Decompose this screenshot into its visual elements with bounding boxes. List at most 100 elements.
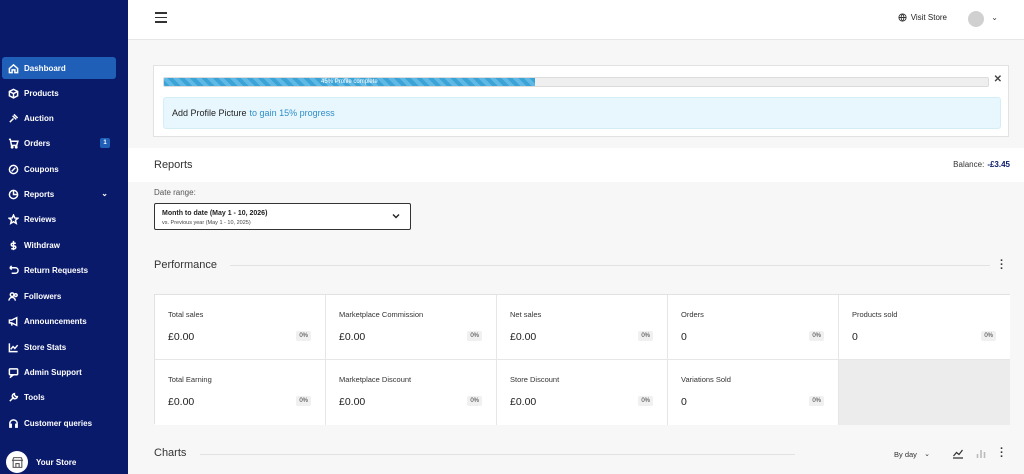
profile-progress-fill: 45% Profile complete — [164, 78, 535, 86]
notice-link[interactable]: to gain 15% progress — [250, 108, 335, 118]
stat-value: £0.00 — [339, 396, 366, 408]
sidebar-item-admin-support[interactable]: Admin Support — [2, 361, 116, 383]
sidebar-item-label: Return Requests — [24, 265, 89, 275]
users-icon — [8, 291, 19, 302]
stat-label: Products sold — [852, 310, 898, 319]
stat-card-marketplace-discount[interactable]: Marketplace Discount £0.00 0% — [326, 360, 497, 425]
cart-icon — [8, 138, 19, 149]
store-link[interactable]: Your Store — [6, 451, 76, 473]
stat-change-badge: 0% — [809, 396, 824, 406]
avatar[interactable] — [968, 11, 984, 27]
charts-title: Charts — [154, 447, 187, 459]
top-bar: Visit Store ⌄ — [128, 0, 1024, 40]
wrench-icon — [8, 392, 19, 403]
stat-value: 0 — [852, 331, 858, 343]
visit-store-link[interactable]: Visit Store — [898, 13, 947, 22]
sidebar-item-label: Announcements — [24, 316, 87, 326]
sidebar-item-customer-queries[interactable]: Customer queries — [2, 412, 116, 434]
stat-change-badge: 0% — [296, 331, 311, 341]
stat-card-total-sales[interactable]: Total sales £0.00 0% — [155, 295, 326, 360]
stat-change-badge: 0% — [981, 331, 996, 341]
stat-value: £0.00 — [510, 331, 537, 343]
sidebar-item-label: Withdraw — [24, 240, 60, 250]
page-title: Reports — [154, 159, 193, 171]
divider — [230, 265, 990, 266]
support-icon — [8, 367, 19, 378]
interval-select[interactable]: By day ⌄ — [888, 445, 936, 463]
stat-label: Marketplace Discount — [339, 375, 412, 384]
profile-progress-card: 45% Profile complete ✕ Add Profile Pictu… — [153, 65, 1009, 137]
stat-card-orders[interactable]: Orders 0 0% — [668, 295, 839, 360]
stat-label: Net sales — [510, 310, 542, 319]
interval-label: By day — [894, 449, 917, 459]
orders-count-badge: 1 — [100, 138, 110, 148]
stat-change-badge: 0% — [296, 396, 311, 406]
sidebar-item-products[interactable]: Products — [2, 82, 116, 104]
sidebar-item-label: Dashboard — [24, 63, 66, 73]
return-icon — [8, 264, 19, 276]
stat-value: £0.00 — [168, 331, 195, 343]
chevron-down-icon — [392, 214, 400, 219]
stat-card-net-sales[interactable]: Net sales £0.00 0% — [497, 295, 668, 360]
sidebar-item-return-requests[interactable]: Return Requests — [2, 259, 116, 281]
date-range-select[interactable]: Month to date (May 1 - 10, 2026) vs. Pre… — [154, 203, 411, 230]
store-label: Your Store — [36, 457, 77, 467]
line-chart-icon[interactable] — [952, 447, 964, 459]
stat-value: £0.00 — [339, 331, 366, 343]
stat-card-total-earning[interactable]: Total Earning £0.00 0% — [155, 360, 326, 425]
menu-icon[interactable] — [155, 12, 167, 24]
performance-title: Performance — [154, 259, 217, 271]
balance-value: -£3.45 — [987, 160, 1010, 169]
balance-label: Balance: — [953, 160, 985, 169]
chevron-down-icon[interactable]: ⌄ — [991, 13, 998, 22]
sidebar-item-store-stats[interactable]: Store Stats — [2, 336, 116, 358]
notice-text: Add Profile Picture — [172, 108, 247, 118]
more-options-icon[interactable]: · · · — [1000, 444, 1004, 463]
stat-card-variations-sold[interactable]: Variations Sold 0 0% — [668, 360, 839, 425]
sidebar-item-label: Customer queries — [24, 418, 93, 428]
sidebar-item-dashboard[interactable]: Dashboard — [2, 57, 116, 79]
sidebar-item-auction[interactable]: Auction — [2, 107, 116, 129]
sidebar-item-label: Admin Support — [24, 367, 82, 377]
sidebar-item-reports[interactable]: Reports ⌄ — [2, 183, 116, 205]
coupon-icon — [8, 164, 19, 175]
megaphone-icon — [8, 315, 19, 327]
sidebar-item-followers[interactable]: Followers — [2, 285, 116, 307]
sidebar-item-withdraw[interactable]: Withdraw — [2, 234, 116, 256]
profile-progress-bar: 45% Profile complete — [163, 77, 989, 87]
stat-card-store-discount[interactable]: Store Discount £0.00 0% — [497, 360, 668, 425]
visit-store-label: Visit Store — [910, 13, 947, 22]
balance: Balance: -£3.45 — [953, 160, 1010, 169]
headset-icon — [8, 418, 19, 429]
stat-label: Total sales — [168, 310, 204, 319]
sidebar-item-label: Store Stats — [24, 342, 67, 352]
sidebar: Dashboard Products Auction Orders 1 Coup… — [0, 0, 128, 474]
chevron-down-icon: ⌄ — [101, 189, 108, 198]
close-icon[interactable]: ✕ — [994, 74, 1002, 85]
date-range-secondary: vs. Previous year (May 1 - 10, 2025) — [162, 220, 251, 226]
bar-chart-icon[interactable] — [975, 447, 987, 459]
stat-value: £0.00 — [510, 396, 537, 408]
stat-change-badge: 0% — [638, 396, 653, 406]
sidebar-item-coupons[interactable]: Coupons — [2, 158, 116, 180]
more-options-icon[interactable]: · · · — [1000, 256, 1004, 275]
home-icon — [8, 63, 19, 74]
stat-label: Total Earning — [168, 375, 212, 384]
star-icon — [8, 213, 19, 225]
stat-change-badge: 0% — [638, 331, 653, 341]
sidebar-item-announcements[interactable]: Announcements — [2, 310, 116, 332]
sidebar-item-orders[interactable]: Orders 1 — [2, 132, 116, 154]
globe-icon — [898, 13, 907, 22]
box-icon — [8, 88, 19, 99]
performance-grid: Total sales £0.00 0% Marketplace Commiss… — [154, 294, 1010, 425]
stat-label: Marketplace Commission — [339, 310, 424, 319]
stat-card-products-sold[interactable]: Products sold 0 0% — [839, 295, 1010, 360]
gavel-icon — [8, 113, 19, 124]
progress-text: 45% Profile complete — [321, 79, 378, 85]
stat-card-marketplace-commission[interactable]: Marketplace Commission £0.00 0% — [326, 295, 497, 360]
stat-value: 0 — [681, 331, 687, 343]
sidebar-item-label: Reviews — [24, 214, 57, 224]
sidebar-item-reviews[interactable]: Reviews — [2, 208, 116, 230]
sidebar-item-tools[interactable]: Tools — [2, 386, 116, 408]
sidebar-item-label: Auction — [24, 113, 54, 123]
